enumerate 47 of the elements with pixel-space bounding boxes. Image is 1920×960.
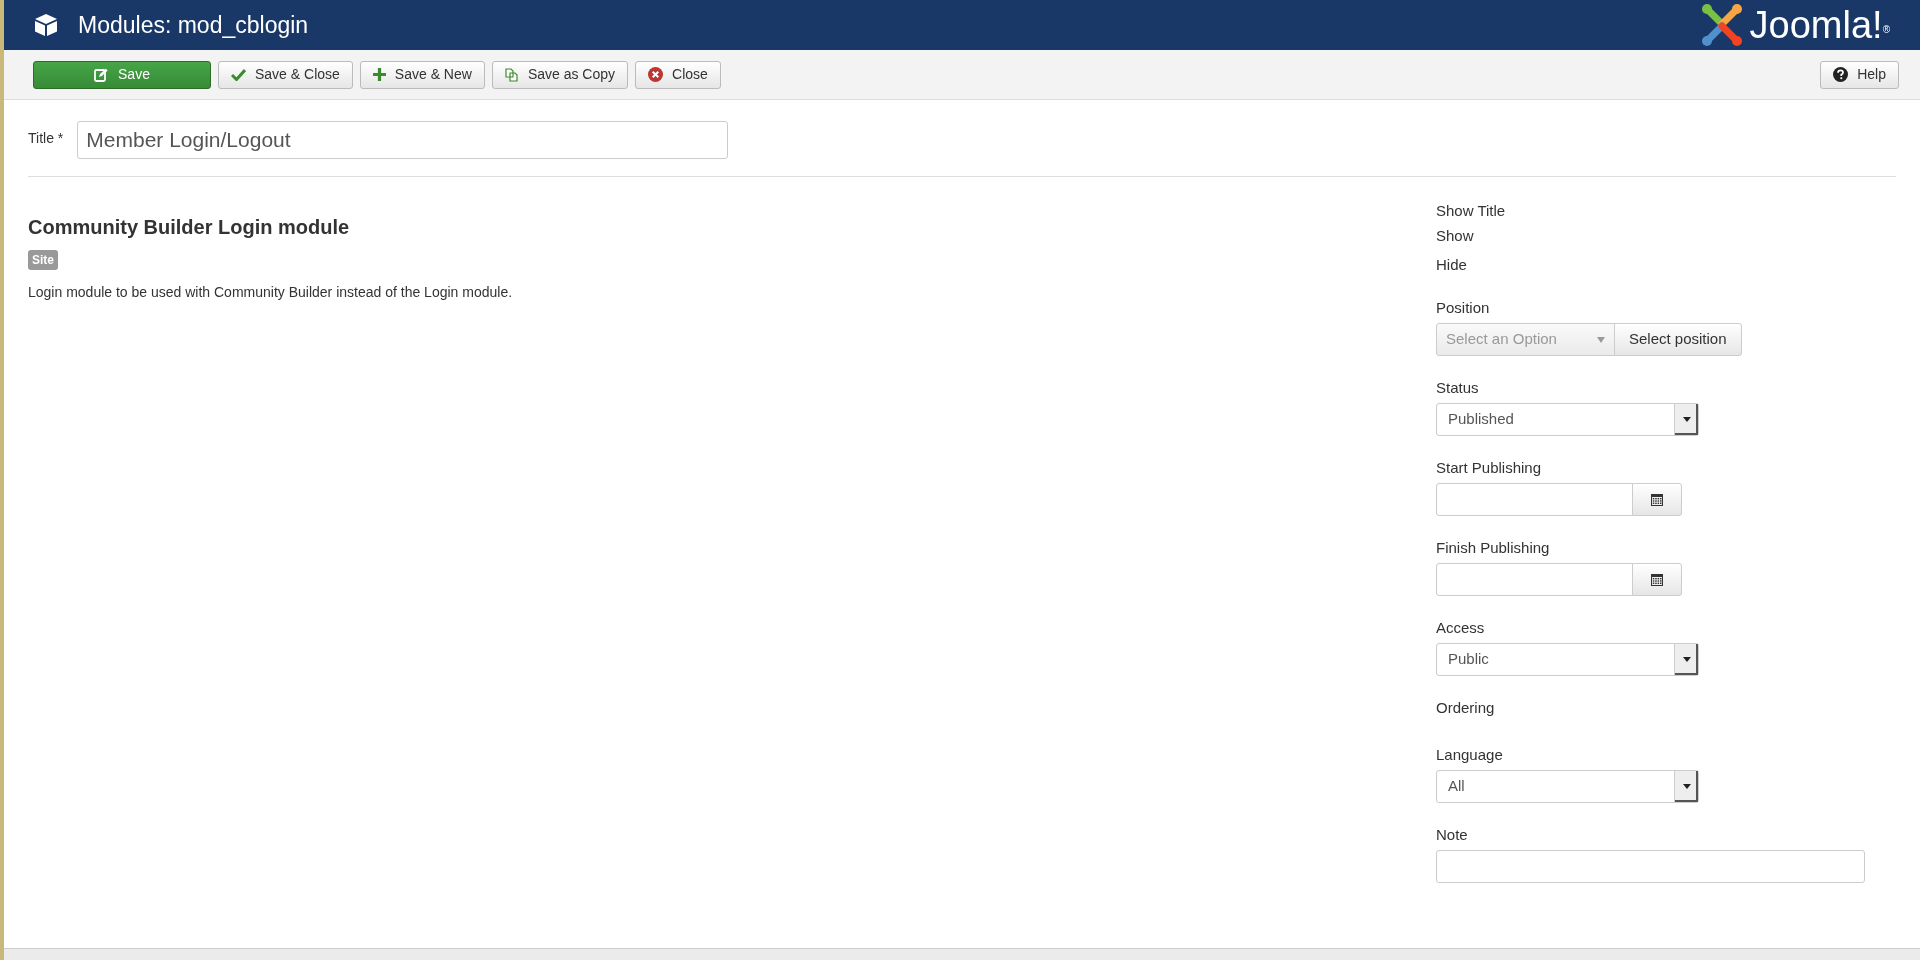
- date-input[interactable]: [1436, 563, 1633, 596]
- help-icon: [1833, 67, 1849, 82]
- note-input[interactable]: [1436, 850, 1865, 883]
- module-heading: Community Builder Login module: [28, 215, 351, 240]
- plus-icon: [372, 68, 386, 81]
- caret-icon: [1597, 336, 1605, 343]
- calendar-icon: [1650, 492, 1664, 507]
- dropdown-select[interactable]: Published: [1436, 403, 1699, 436]
- checkmark-icon: [231, 68, 246, 81]
- calendar-icon: [1650, 572, 1664, 587]
- edit-icon: [94, 67, 109, 82]
- module-description: Login module to be used with Community Builder instead of the Login module.: [28, 283, 514, 302]
- field-label: Language: [1436, 745, 1504, 765]
- close-icon: [648, 67, 664, 82]
- field-label: Finish Publishing: [1436, 538, 1551, 558]
- cube-icon: [34, 13, 58, 37]
- field-label: Position: [1436, 298, 1491, 318]
- field-label: Access: [1436, 618, 1486, 638]
- dropdown-caret-icon: [1674, 644, 1698, 675]
- field-label: Ordering: [1436, 698, 1496, 718]
- calendar-button[interactable]: [1632, 483, 1682, 516]
- toolbar-button[interactable]: Save: [33, 60, 211, 89]
- date-input[interactable]: [1436, 483, 1633, 516]
- toolbar-button[interactable]: Close: [635, 60, 721, 89]
- page-title: Modules: mod_cblogin: [78, 10, 309, 40]
- field-label: Note: [1436, 825, 1469, 845]
- toolbar-button[interactable]: Save & New: [359, 60, 485, 89]
- field-label: Title *: [28, 129, 64, 148]
- field-label: Start Publishing: [1436, 458, 1543, 478]
- dropdown-select[interactable]: Public: [1436, 643, 1699, 676]
- toolbar-button[interactable]: Save & Close: [218, 60, 353, 89]
- dropdown-caret-icon: [1674, 771, 1698, 802]
- title-input[interactable]: Member Login/Logout: [77, 121, 729, 159]
- joomla-logo-icon: [1699, 4, 1744, 46]
- site-badge: Site: [28, 250, 58, 270]
- option-label[interactable]: Show: [1436, 225, 1896, 248]
- field-label: Status: [1436, 378, 1480, 398]
- copy-icon: [504, 67, 519, 82]
- option-label[interactable]: Hide: [1436, 253, 1896, 276]
- toolbar-button[interactable]: Save as Copy: [491, 60, 629, 89]
- help-button[interactable]: Help: [1820, 60, 1899, 89]
- select-position-button[interactable]: Select position: [1614, 323, 1742, 356]
- dropdown-select[interactable]: All: [1436, 770, 1699, 803]
- calendar-button[interactable]: [1632, 563, 1682, 596]
- dropdown-caret-icon: [1674, 404, 1698, 435]
- field-label: Show Title: [1436, 201, 1507, 221]
- joomla-wordmark: Joomla!$^{®}$: [1749, 6, 1890, 44]
